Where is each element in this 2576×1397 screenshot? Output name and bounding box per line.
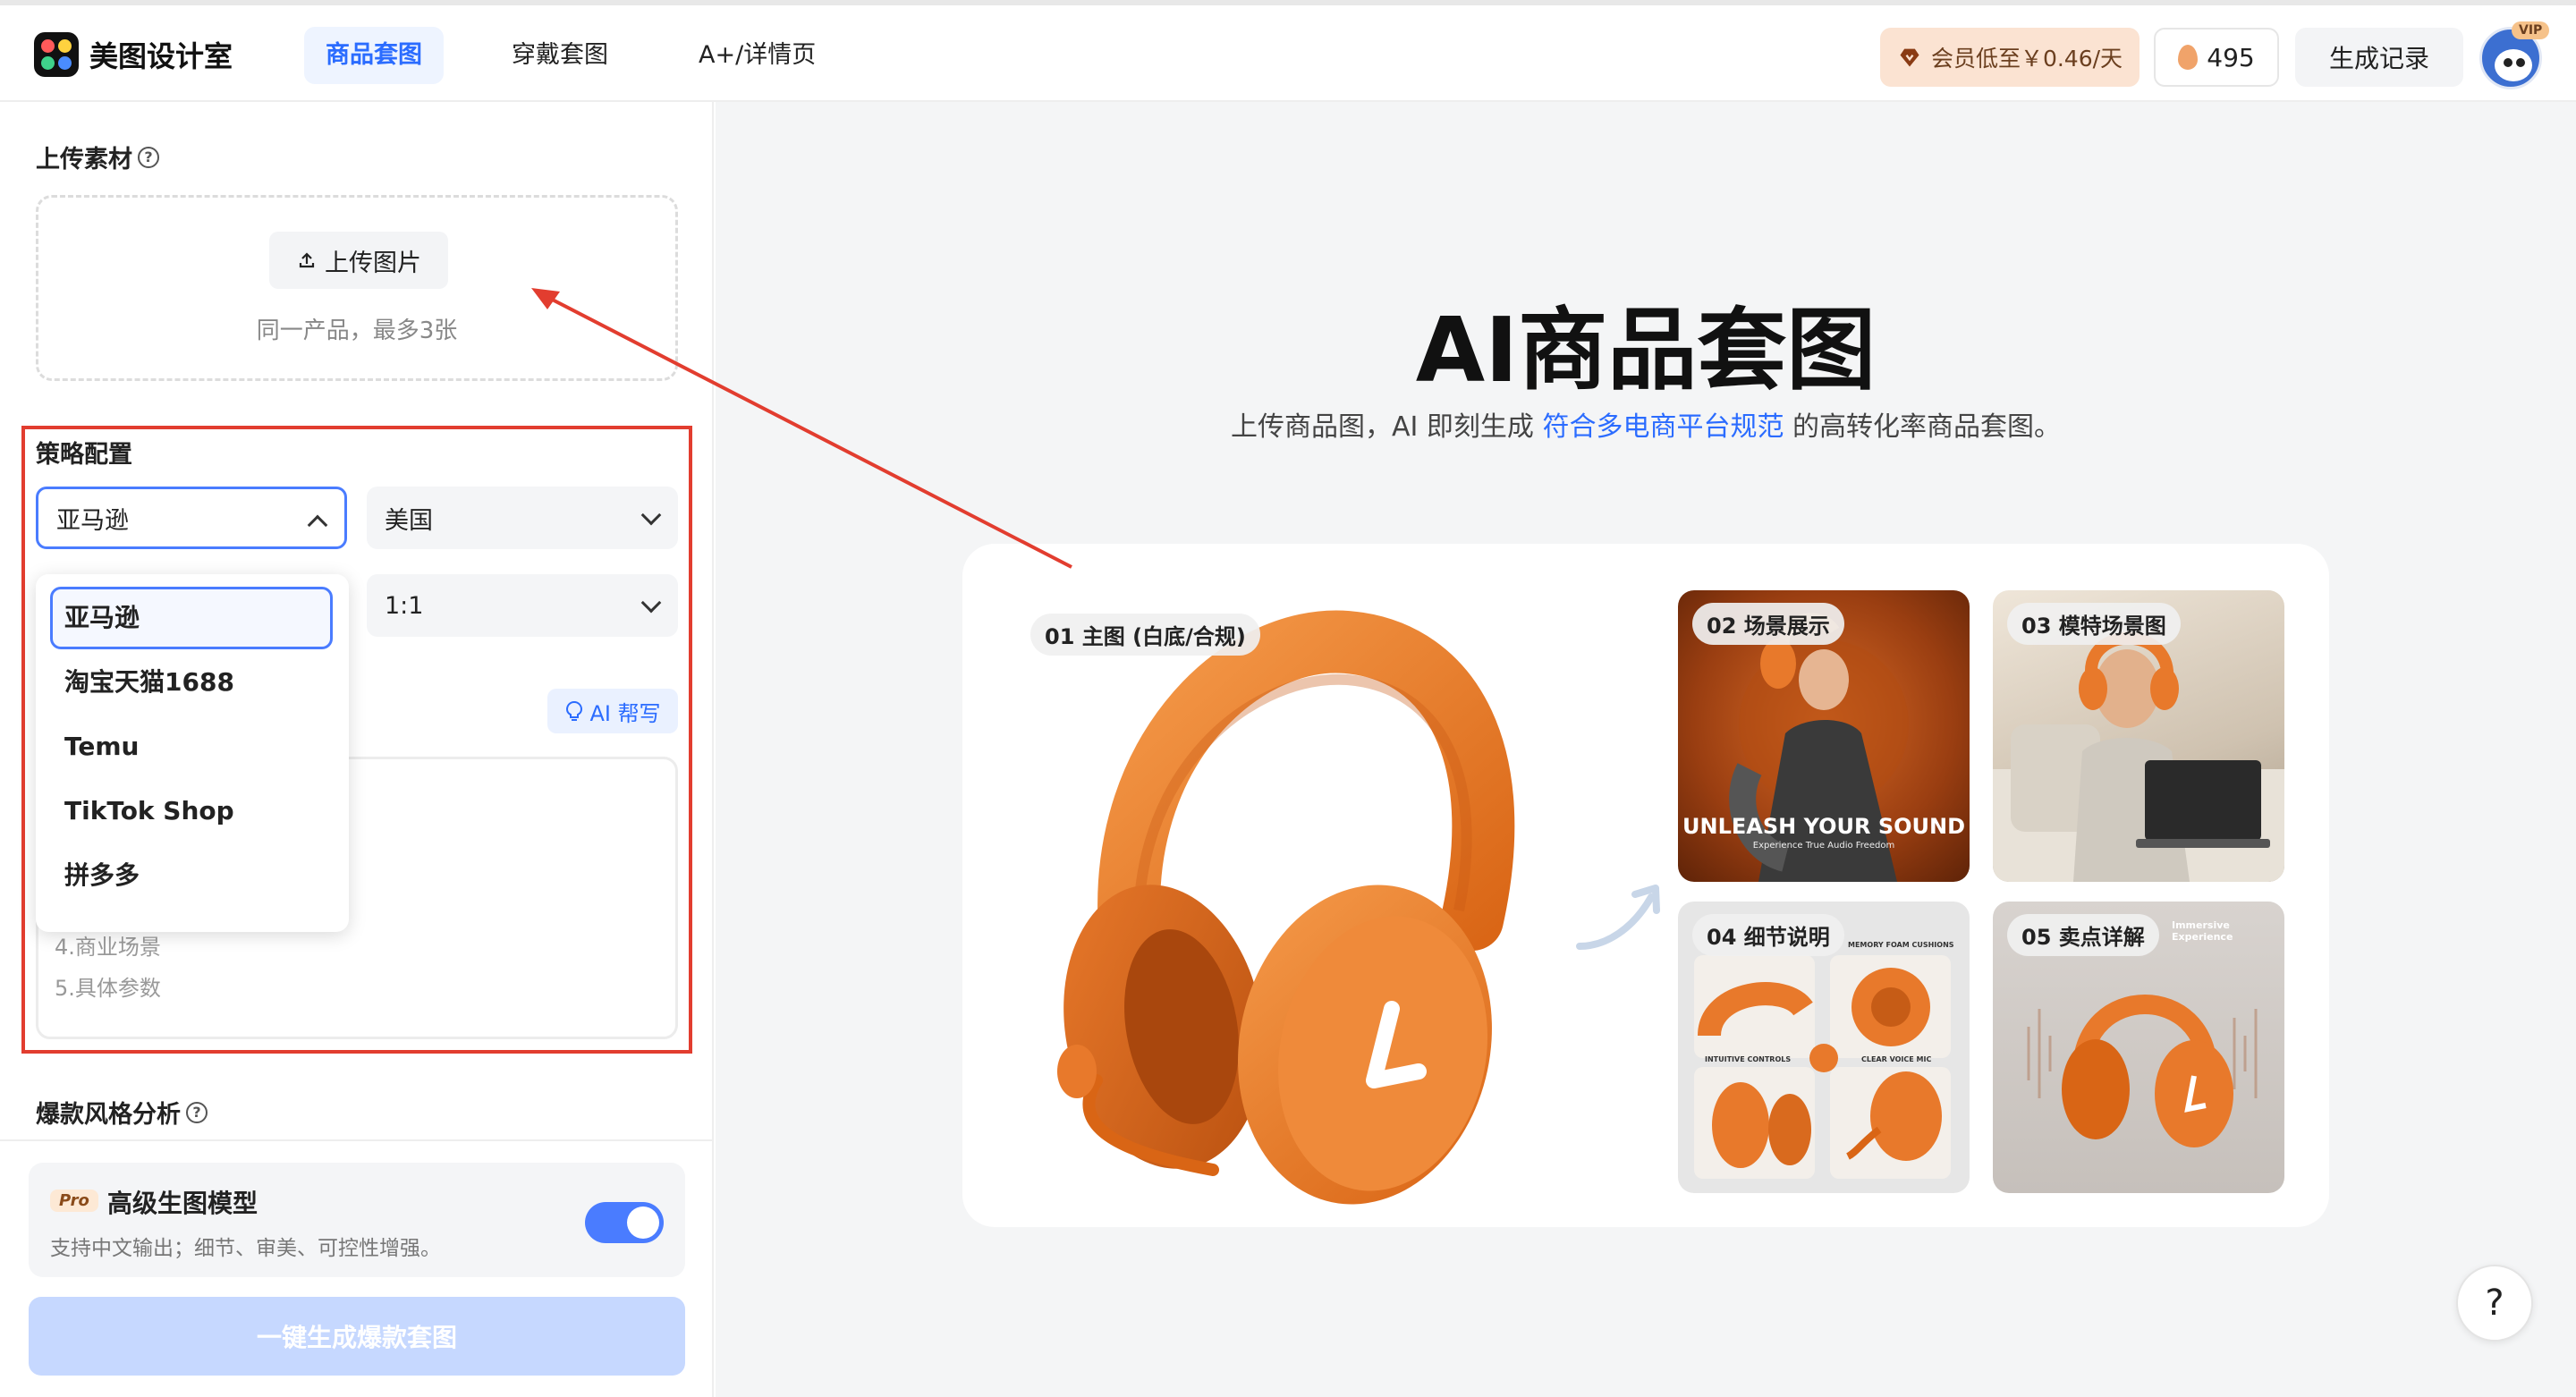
- strategy-section-title: 策略配置: [36, 441, 132, 469]
- style-analysis-title: 爆款风格分析 ?: [36, 1095, 208, 1130]
- platform-dropdown-menu: 亚马逊 淘宝天猫1688 Temu TikTok Shop 拼多多: [36, 574, 349, 932]
- showcase-card: 01 主图 (白底/合规) UNLEASH YOUR SOUND Experie…: [962, 544, 2329, 1227]
- selling-point-label: Immersive Experience: [2172, 919, 2233, 943]
- generate-button[interactable]: 一键生成爆款套图: [29, 1297, 685, 1376]
- lightbulb-icon: [566, 700, 583, 721]
- ai-help-button[interactable]: AI 帮写: [547, 689, 678, 733]
- headphone-main-image: [1057, 610, 1515, 1205]
- credits-balance[interactable]: 495: [2154, 28, 2279, 87]
- history-button[interactable]: 生成记录: [2295, 28, 2463, 87]
- hero-subtitle: 上传商品图，AI 即刻生成 符合多电商平台规范 的高转化率商品套图。: [1231, 411, 2061, 443]
- thumb-selling-points-tag: 05 卖点详解: [2007, 914, 2159, 956]
- thumb-details-tag: 04 细节说明: [1692, 914, 1844, 956]
- help-circle-icon[interactable]: ?: [186, 1101, 208, 1123]
- platform-option-tiktok[interactable]: TikTok Shop: [50, 780, 333, 842]
- platform-option-taobao[interactable]: 淘宝天猫1688: [50, 651, 333, 714]
- platform-option-pinduoduo[interactable]: 拼多多: [50, 844, 333, 907]
- app-logo[interactable]: 美图设计室: [34, 32, 233, 77]
- help-button[interactable]: ?: [2456, 1265, 2533, 1342]
- thumb-scene-caption: UNLEASH YOUR SOUND: [1682, 814, 1965, 839]
- detail-label: MEMORY FOAM CUSHIONS: [1848, 941, 1954, 949]
- upload-dropzone[interactable]: 上传图片 同一产品，最多3张: [36, 195, 678, 381]
- credit-drop-icon: [2178, 45, 2199, 70]
- main-area: AI商品套图 上传商品图，AI 即刻生成 符合多电商平台规范 的高转化率商品套图…: [716, 102, 2576, 1397]
- diamond-heart-icon: [1900, 48, 1919, 67]
- thumb-scene-tag: 02 场景展示: [1692, 603, 1844, 645]
- platform-option-temu[interactable]: Temu: [50, 715, 333, 778]
- pro-model-toggle[interactable]: [585, 1202, 664, 1243]
- upload-icon: [299, 252, 315, 268]
- main-image-tag: 01 主图 (白底/合规): [1030, 614, 1260, 656]
- upload-hint: 同一产品，最多3张: [256, 318, 458, 344]
- ratio-select[interactable]: 1:1: [367, 574, 678, 637]
- logo-icon: [34, 32, 79, 77]
- chevron-up-icon: [307, 514, 328, 536]
- tab-product-set[interactable]: 商品套图: [304, 27, 444, 84]
- thumb-scene-subcaption: Experience True Audio Freedom: [1752, 841, 1895, 851]
- credits-count: 495: [2207, 42, 2255, 72]
- upload-section-title: 上传素材 ?: [36, 140, 159, 174]
- hero-highlight: 符合多电商平台规范: [1542, 411, 1784, 443]
- pro-model-title: 高级生图模型: [107, 1189, 258, 1218]
- textarea-line: 5.具体参数: [55, 976, 161, 1001]
- textarea-line: 4.商业场景: [55, 935, 161, 960]
- tab-aplus-detail[interactable]: A+/详情页: [677, 27, 837, 84]
- vip-promo-button[interactable]: 会员低至￥0.46/天: [1880, 28, 2140, 87]
- curved-arrow-icon: [1576, 885, 1660, 950]
- platform-select[interactable]: 亚马逊: [36, 487, 347, 549]
- pro-badge: Pro: [50, 1190, 98, 1212]
- app-name: 美图设计室: [89, 39, 233, 73]
- thumb-model-tag: 03 模特场景图: [2007, 603, 2181, 645]
- platform-option-amazon[interactable]: 亚马逊: [50, 587, 333, 649]
- chevron-down-icon: [640, 592, 662, 614]
- divider: [0, 1139, 714, 1141]
- hero-title: AI商品套图: [1415, 298, 1877, 402]
- chevron-down-icon: [640, 504, 662, 526]
- detail-label: CLEAR VOICE MIC: [1861, 1055, 1932, 1063]
- upload-image-button[interactable]: 上传图片: [269, 232, 448, 289]
- left-panel: 上传素材 ? 上传图片 同一产品，最多3张 策略配置 亚马逊 美国 1:1 AI…: [0, 102, 714, 1397]
- detail-label: INTUITIVE CONTROLS: [1705, 1055, 1792, 1063]
- tab-wear-set[interactable]: 穿戴套图: [490, 27, 630, 84]
- top-bar: 美图设计室 商品套图 穿戴套图 A+/详情页 会员低至￥0.46/天 495 生…: [0, 0, 2576, 102]
- help-circle-icon[interactable]: ?: [138, 146, 159, 168]
- vip-promo-label: 会员低至￥0.46/天: [1930, 46, 2123, 72]
- vip-badge: VIP: [2512, 21, 2550, 39]
- region-select[interactable]: 美国: [367, 487, 678, 549]
- pro-model-desc: 支持中文输出；细节、审美、可控性增强。: [50, 1237, 441, 1260]
- pro-model-card: Pro 高级生图模型 支持中文输出；细节、审美、可控性增强。: [29, 1163, 685, 1277]
